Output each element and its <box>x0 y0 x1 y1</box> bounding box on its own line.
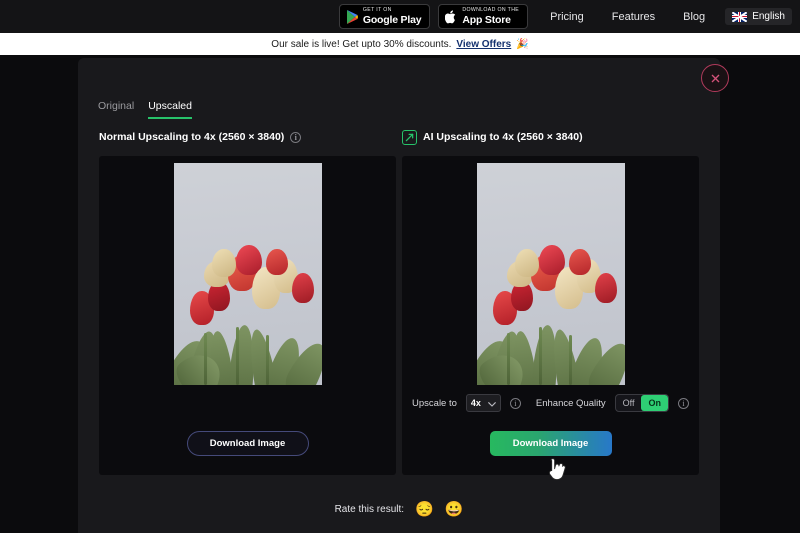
google-play-big-text: Google Play <box>362 13 422 26</box>
rate-result-row: Rate this result: 😔 😀 <box>78 502 720 517</box>
close-icon[interactable] <box>701 64 729 92</box>
uk-flag-icon <box>732 11 748 22</box>
apple-icon <box>445 9 457 24</box>
nav-link-pricing[interactable]: Pricing <box>536 11 598 23</box>
sad-emoji-icon[interactable]: 😔 <box>415 502 434 517</box>
expand-icon[interactable] <box>402 129 417 145</box>
upscale-to-label: Upscale to <box>412 397 457 409</box>
enhance-quality-label: Enhance Quality <box>535 397 606 409</box>
enhance-quality-toggle[interactable]: Off On <box>614 394 669 412</box>
panel-normal-body: Download Image <box>99 156 396 475</box>
app-store-big-text: App Store <box>462 13 511 26</box>
happy-emoji-icon[interactable]: 😀 <box>445 502 464 517</box>
google-play-small-text: GET IT ON <box>362 6 392 13</box>
panel-ai-upscaling: AI Upscaling to 4x (2560 × 3840) Upscale… <box>402 126 699 475</box>
party-popper-icon: 🎉 <box>516 38 529 50</box>
google-play-icon <box>346 9 358 24</box>
panel-ai-title: AI Upscaling to 4x (2560 × 3840) <box>423 131 583 143</box>
normal-download-row: Download Image <box>99 431 396 456</box>
rate-result-label: Rate this result: <box>334 504 405 515</box>
upscale-result-modal: Original Upscaled Normal Upscaling to 4x… <box>78 58 720 533</box>
sale-banner-text: Our sale is live! Get upto 30% discounts… <box>271 38 452 50</box>
language-label: English <box>752 11 785 22</box>
panel-ai-title-row: AI Upscaling to 4x (2560 × 3840) <box>402 126 699 148</box>
upscale-info-icon[interactable]: i <box>509 397 521 409</box>
nav-link-blog[interactable]: Blog <box>669 11 719 23</box>
app-store-small-text: Download on the <box>462 6 520 13</box>
info-icon[interactable]: i <box>290 131 302 143</box>
app-root: GET IT ON Google Play Download on the Ap… <box>0 0 800 533</box>
normal-upscaled-image[interactable] <box>173 163 322 385</box>
result-tabs: Original Upscaled <box>98 100 192 119</box>
ai-download-row: Download Image <box>402 431 699 456</box>
panel-normal-upscaling: Normal Upscaling to 4x (2560 × 3840) i D… <box>99 126 396 475</box>
panel-ai-body: Upscale to 4x i Enhance Quality Off On i… <box>402 156 699 475</box>
enhance-off-option[interactable]: Off <box>616 395 642 411</box>
ai-upscaled-image[interactable] <box>476 163 625 385</box>
upscale-factor-select[interactable]: 4x <box>465 394 501 412</box>
enhance-on-option[interactable]: On <box>641 395 668 411</box>
nav-link-features[interactable]: Features <box>598 11 669 23</box>
ai-controls-row: Upscale to 4x i Enhance Quality Off On i <box>402 394 699 412</box>
language-selector[interactable]: English <box>725 8 792 25</box>
google-play-badge[interactable]: GET IT ON Google Play <box>338 4 431 29</box>
enhance-info-icon[interactable]: i <box>677 397 689 409</box>
app-store-badge[interactable]: Download on the App Store <box>438 4 529 29</box>
view-offers-link[interactable]: View Offers <box>456 39 511 50</box>
upscale-factor-value: 4x <box>470 398 481 408</box>
sale-banner: Our sale is live! Get upto 30% discounts… <box>0 33 800 55</box>
download-image-button-ai[interactable]: Download Image <box>489 431 612 456</box>
tab-upscaled[interactable]: Upscaled <box>148 100 192 119</box>
panel-normal-title-row: Normal Upscaling to 4x (2560 × 3840) i <box>99 126 396 148</box>
top-navigation-bar: GET IT ON Google Play Download on the Ap… <box>0 0 800 33</box>
chevron-down-icon <box>488 394 496 412</box>
comparison-panels: Normal Upscaling to 4x (2560 × 3840) i D… <box>99 126 699 475</box>
download-image-button-normal[interactable]: Download Image <box>186 431 309 456</box>
panel-normal-title: Normal Upscaling to 4x (2560 × 3840) <box>99 131 285 143</box>
tab-original[interactable]: Original <box>98 100 134 119</box>
